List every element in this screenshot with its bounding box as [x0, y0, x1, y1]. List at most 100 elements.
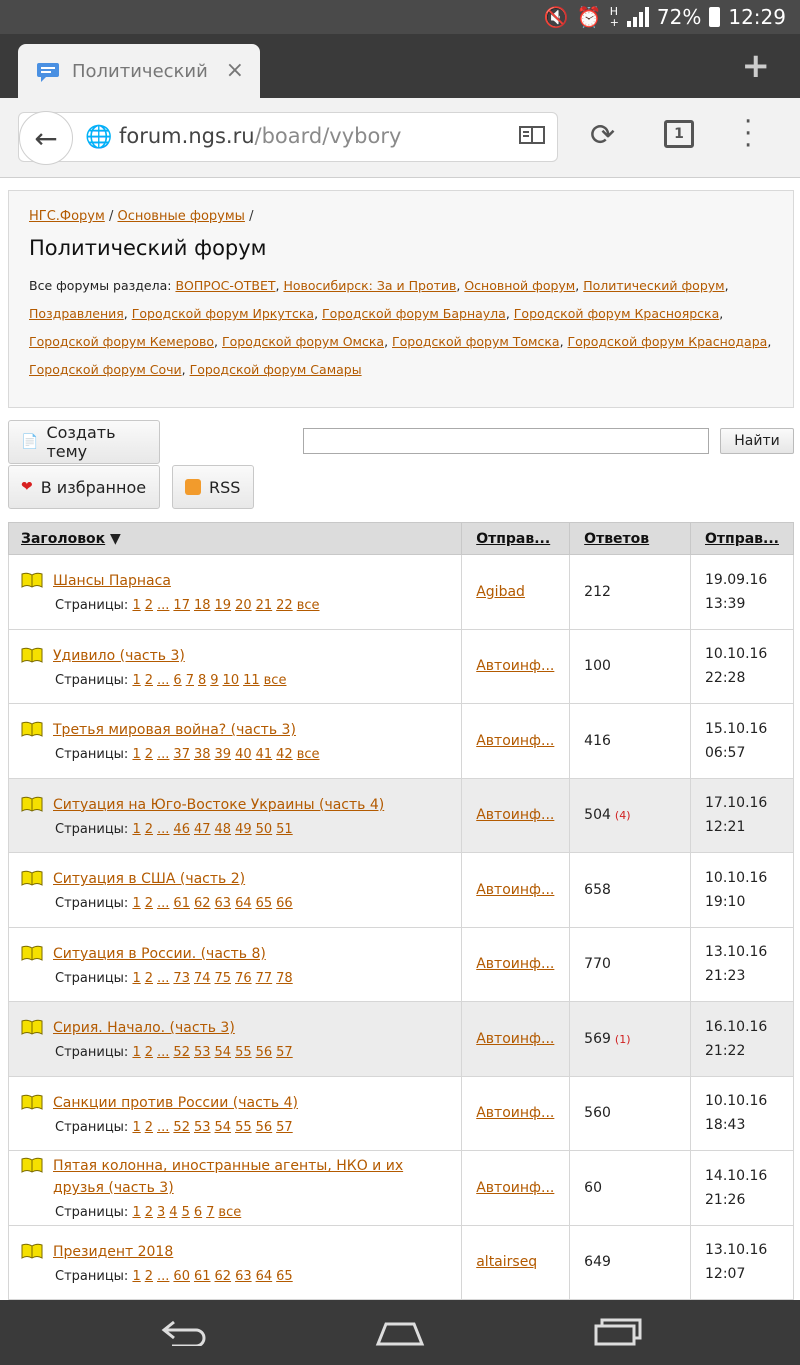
author-link[interactable]: Автоинф...	[476, 956, 554, 972]
page-link[interactable]: 19	[215, 598, 232, 613]
page-link[interactable]: 57	[276, 1120, 293, 1135]
page-link[interactable]: 2	[145, 598, 153, 613]
page-link[interactable]: 47	[194, 822, 211, 837]
page-link[interactable]: ...	[157, 1269, 169, 1284]
page-link[interactable]: 57	[276, 1045, 293, 1060]
topic-title-link[interactable]: Сирия. Начало. (часть 3)	[53, 1017, 235, 1039]
page-link[interactable]: 2	[145, 1120, 153, 1135]
page-link[interactable]: 6	[173, 673, 181, 688]
topic-title-link[interactable]: Ситуация в США (часть 2)	[53, 868, 245, 890]
page-link[interactable]: ...	[157, 822, 169, 837]
new-replies-count[interactable]: (1)	[615, 1033, 631, 1046]
home-nav-icon[interactable]	[374, 1318, 426, 1354]
topic-title-link[interactable]: Ситуация в России. (часть 8)	[53, 943, 266, 965]
author-link[interactable]: Автоинф...	[476, 1105, 554, 1121]
page-link[interactable]: ...	[157, 1045, 169, 1060]
page-link[interactable]: 53	[194, 1045, 211, 1060]
topic-title-link[interactable]: Удивило (часть 3)	[53, 645, 185, 667]
page-link[interactable]: ...	[157, 747, 169, 762]
page-link[interactable]: все	[297, 747, 320, 762]
topic-title-link[interactable]: Пятая колонна, иностранные агенты, НКО и…	[53, 1155, 447, 1199]
page-link[interactable]: 1	[132, 673, 140, 688]
page-link[interactable]: 21	[256, 598, 273, 613]
page-link[interactable]: 62	[215, 1269, 232, 1284]
forum-link[interactable]: Новосибирск: За и Против	[283, 278, 456, 293]
page-link[interactable]: 52	[173, 1045, 190, 1060]
url-text[interactable]: forum.ngs.ru/board/vybory	[119, 124, 401, 148]
page-link[interactable]: 50	[256, 822, 273, 837]
page-link[interactable]: все	[297, 598, 320, 613]
page-link[interactable]: 39	[215, 747, 232, 762]
tabs-count-button[interactable]: 1	[664, 120, 694, 148]
page-link[interactable]: 2	[145, 971, 153, 986]
page-link[interactable]: 64	[256, 1269, 273, 1284]
page-link[interactable]: 74	[194, 971, 211, 986]
page-link[interactable]: 6	[194, 1205, 202, 1220]
page-link[interactable]: 65	[276, 1269, 293, 1284]
page-link[interactable]: 7	[186, 673, 194, 688]
author-link[interactable]: altairseq	[476, 1254, 537, 1270]
author-link[interactable]: Автоинф...	[476, 1180, 554, 1196]
author-link[interactable]: Автоинф...	[476, 1031, 554, 1047]
page-link[interactable]: 75	[215, 971, 232, 986]
page-link[interactable]: 1	[132, 1120, 140, 1135]
author-link[interactable]: Agibad	[476, 584, 525, 600]
add-favorite-button[interactable]: ❤ В избранное	[8, 465, 160, 509]
page-link[interactable]: все	[218, 1205, 241, 1220]
page-link[interactable]: 46	[173, 822, 190, 837]
recents-nav-icon[interactable]	[594, 1318, 644, 1354]
page-link[interactable]: 2	[145, 673, 153, 688]
author-link[interactable]: Автоинф...	[476, 733, 554, 749]
forum-link[interactable]: Городской форум Барнаула	[322, 306, 506, 321]
page-link[interactable]: 52	[173, 1120, 190, 1135]
page-link[interactable]: 54	[215, 1120, 232, 1135]
forum-link[interactable]: Поздравления	[29, 306, 124, 321]
page-link[interactable]: 2	[145, 822, 153, 837]
page-link[interactable]: ...	[157, 673, 169, 688]
page-link[interactable]: 55	[235, 1045, 252, 1060]
author-link[interactable]: Автоинф...	[476, 882, 554, 898]
page-link[interactable]: 22	[276, 598, 293, 613]
browser-tab[interactable]: Политический ф ×	[18, 44, 260, 98]
page-link[interactable]: 78	[276, 971, 293, 986]
page-link[interactable]: 8	[198, 673, 206, 688]
author-link[interactable]: Автоинф...	[476, 807, 554, 823]
page-link[interactable]: 37	[173, 747, 190, 762]
page-link[interactable]: 48	[215, 822, 232, 837]
page-link[interactable]: 51	[276, 822, 293, 837]
page-link[interactable]: все	[264, 673, 287, 688]
url-bar[interactable]: ← 🌐 forum.ngs.ru/board/vybory	[18, 111, 558, 165]
page-link[interactable]: 40	[235, 747, 252, 762]
page-link[interactable]: 1	[132, 971, 140, 986]
column-header-title[interactable]: Заголовок ▼	[7, 522, 463, 555]
page-link[interactable]: 73	[173, 971, 190, 986]
page-link[interactable]: 49	[235, 822, 252, 837]
page-link[interactable]: 61	[173, 896, 190, 911]
page-link[interactable]: 2	[145, 747, 153, 762]
forum-link[interactable]: Городской форум Красноярска	[514, 306, 719, 321]
forum-link[interactable]: Основной форум	[464, 278, 575, 293]
page-link[interactable]: 3	[157, 1205, 165, 1220]
close-icon[interactable]: ×	[226, 58, 244, 83]
page-link[interactable]: 65	[256, 896, 273, 911]
forum-link[interactable]: Городской форум Томска	[392, 334, 560, 349]
search-button[interactable]: Найти	[720, 428, 794, 454]
page-link[interactable]: ...	[157, 598, 169, 613]
new-replies-count[interactable]: (4)	[615, 809, 631, 822]
page-link[interactable]: 4	[169, 1205, 177, 1220]
breadcrumb-home[interactable]: НГС.Форум	[29, 209, 105, 224]
page-link[interactable]: 20	[235, 598, 252, 613]
topic-title-link[interactable]: Ситуация на Юго-Востоке Украины (часть 4…	[53, 794, 384, 816]
page-link[interactable]: 9	[210, 673, 218, 688]
column-header-author[interactable]: Отправ...	[461, 522, 571, 555]
page-link[interactable]: 76	[235, 971, 252, 986]
new-tab-button[interactable]: +	[742, 46, 771, 86]
page-link[interactable]: 56	[256, 1120, 273, 1135]
page-link[interactable]: 11	[243, 673, 260, 688]
menu-dots-icon[interactable]: · · ·	[744, 109, 752, 159]
forum-link[interactable]: ВОПРОС-ОТВЕТ	[175, 278, 275, 293]
forum-link[interactable]: Городской форум Краснодара	[568, 334, 768, 349]
page-link[interactable]: 5	[182, 1205, 190, 1220]
column-header-replies[interactable]: Ответов	[569, 522, 691, 555]
page-link[interactable]: 1	[132, 747, 140, 762]
